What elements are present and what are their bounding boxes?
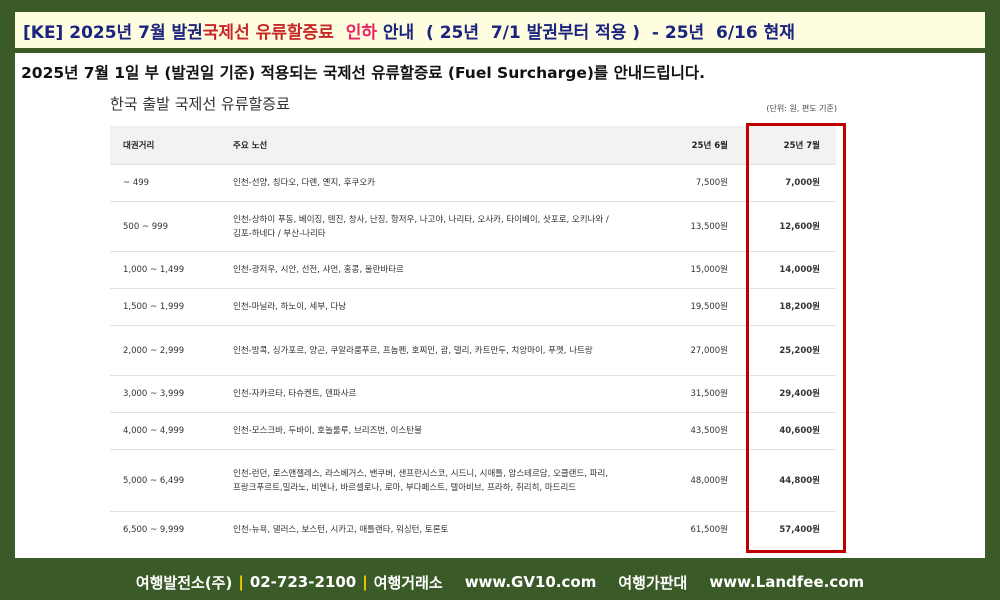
cell-june: 27,000원 xyxy=(673,325,728,376)
table-row: 1,500 ~ 1,999 인천-마닐라, 하노이, 세부, 다낭 19,500… xyxy=(110,288,836,326)
cell-routes: 인천-선양, 칭다오, 다롄, 옌지, 후쿠오카 xyxy=(233,164,673,202)
cell-routes: 인천-모스크바, 두바이, 호놀룰루, 브리즈번, 이스탄불 xyxy=(233,412,673,450)
surcharge-table: 대권거리 주요 노선 25년 6월 25년 7월 ~ 499 인천-선양, 칭다… xyxy=(110,126,836,549)
table-title: 한국 출발 국제선 유류할증료 xyxy=(110,95,290,113)
table-header-row: 대권거리 주요 노선 25년 6월 25년 7월 xyxy=(110,126,836,165)
cell-june: 7,500원 xyxy=(673,164,728,202)
cell-routes: 인천-자카르타, 타슈켄트, 덴파사르 xyxy=(233,375,673,413)
footer-site-gv10[interactable]: www.GV10.com xyxy=(465,573,597,591)
footer-agency: 여행거래소 xyxy=(373,573,443,592)
table-row: 3,000 ~ 3,999 인천-자카르타, 타슈켄트, 덴파사르 31,500… xyxy=(110,375,836,413)
cell-distance: 500 ~ 999 xyxy=(110,201,233,252)
cell-july: 12,600원 xyxy=(728,201,836,252)
cell-distance: 2,000 ~ 2,999 xyxy=(110,325,233,376)
footer-phone: 02-723-2100 xyxy=(249,573,357,591)
cell-distance: 6,500 ~ 9,999 xyxy=(110,511,233,549)
cell-june: 31,500원 xyxy=(673,375,728,413)
cell-routes: 인천-광저우, 시안, 선전, 샤먼, 홍콩, 울란바타르 xyxy=(233,251,673,289)
cell-june: 15,000원 xyxy=(673,251,728,289)
cell-routes: 인천-상하이 푸동, 베이징, 톈진, 창사, 난징, 항저우, 나고야, 나리… xyxy=(233,201,673,252)
unit-note: (단위: 원, 편도 기준) xyxy=(766,104,837,113)
table-row: 4,000 ~ 4,999 인천-모스크바, 두바이, 호놀룰루, 브리즈번, … xyxy=(110,412,836,450)
table-row: ~ 499 인천-선양, 칭다오, 다롄, 옌지, 후쿠오카 7,500원 7,… xyxy=(110,164,836,202)
table-row: 2,000 ~ 2,999 인천-방콕, 싱가포르, 양곤, 쿠알라룸푸르, 프… xyxy=(110,325,836,376)
intro-text: 2025년 7월 1일 부 (발권일 기준) 적용되는 국제선 유류할증료 (F… xyxy=(21,64,706,82)
cell-june: 43,500원 xyxy=(673,412,728,450)
banner-text-surcharge: 국제선 유류할증료 xyxy=(202,22,334,43)
banner-text-2: 안내 ( 25년 7/1 발권부터 적용 ) - 25년 6/16 현재 xyxy=(376,22,795,43)
table-row: 1,000 ~ 1,499 인천-광저우, 시안, 선전, 샤먼, 홍콩, 울란… xyxy=(110,251,836,289)
cell-july: 7,000원 xyxy=(728,164,836,202)
cell-distance: 3,000 ~ 3,999 xyxy=(110,375,233,413)
notice-banner: [KE] 2025년 7월 발권 국제선 유류할증료 인하 안내 ( 25년 7… xyxy=(15,12,985,48)
cell-june: 13,500원 xyxy=(673,201,728,252)
header-routes: 주요 노선 xyxy=(233,126,673,165)
cell-july: 57,400원 xyxy=(728,511,836,549)
banner-text-1: [KE] 2025년 7월 발권 xyxy=(23,22,203,43)
cell-routes: 인천-뉴욕, 댈러스, 보스턴, 시카고, 애틀랜타, 워싱턴, 토론토 xyxy=(233,511,673,549)
content-panel: 2025년 7월 1일 부 (발권일 기준) 적용되는 국제선 유류할증료 (F… xyxy=(15,53,985,558)
header-june: 25년 6월 xyxy=(673,126,728,165)
footer-separator: | xyxy=(238,573,244,591)
footer-separator: | xyxy=(362,573,368,591)
footer: 여행발전소(주) | 02-723-2100 | 여행거래소 www.GV10.… xyxy=(0,566,1000,598)
footer-site-landfee[interactable]: www.Landfee.com xyxy=(709,573,864,591)
cell-july: 18,200원 xyxy=(728,288,836,326)
footer-market: 여행가판대 xyxy=(618,573,688,592)
cell-july: 14,000원 xyxy=(728,251,836,289)
footer-company: 여행발전소(주) xyxy=(135,573,233,592)
cell-distance: ~ 499 xyxy=(110,164,233,202)
header-distance: 대권거리 xyxy=(110,126,233,165)
cell-routes: 인천-런던, 로스앤젤레스, 라스베거스, 밴쿠버, 샌프란시스코, 시드니, … xyxy=(233,449,673,512)
cell-july: 25,200원 xyxy=(728,325,836,376)
cell-distance: 1,000 ~ 1,499 xyxy=(110,251,233,289)
cell-june: 61,500원 xyxy=(673,511,728,549)
cell-routes: 인천-방콕, 싱가포르, 양곤, 쿠알라룸푸르, 프놈펜, 호찌민, 괌, 델리… xyxy=(233,325,673,376)
banner-text-decrease: 인하 xyxy=(345,22,377,43)
cell-distance: 5,000 ~ 6,499 xyxy=(110,449,233,512)
cell-july: 44,800원 xyxy=(728,449,836,512)
cell-july: 40,600원 xyxy=(728,412,836,450)
table-row: 5,000 ~ 6,499 인천-런던, 로스앤젤레스, 라스베거스, 밴쿠버,… xyxy=(110,449,836,512)
header-july: 25년 7월 xyxy=(728,126,836,165)
cell-distance: 4,000 ~ 4,999 xyxy=(110,412,233,450)
cell-distance: 1,500 ~ 1,999 xyxy=(110,288,233,326)
cell-routes: 인천-마닐라, 하노이, 세부, 다낭 xyxy=(233,288,673,326)
cell-june: 48,000원 xyxy=(673,449,728,512)
table-row: 500 ~ 999 인천-상하이 푸동, 베이징, 톈진, 창사, 난징, 항저… xyxy=(110,201,836,252)
cell-july: 29,400원 xyxy=(728,375,836,413)
cell-june: 19,500원 xyxy=(673,288,728,326)
table-row: 6,500 ~ 9,999 인천-뉴욕, 댈러스, 보스턴, 시카고, 애틀랜타… xyxy=(110,511,836,549)
banner-text-space xyxy=(334,20,346,40)
